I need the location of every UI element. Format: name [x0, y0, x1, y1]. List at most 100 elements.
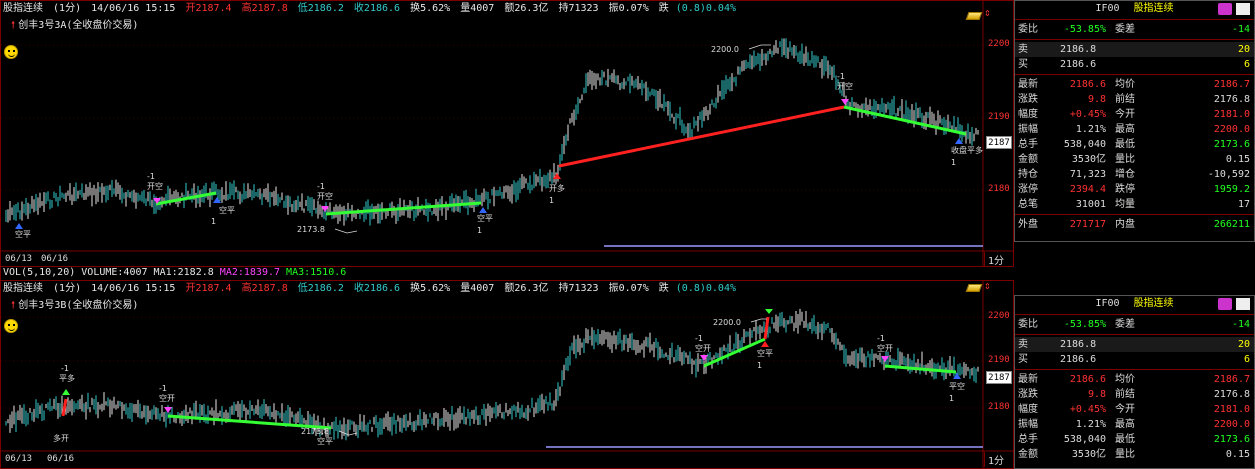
buy-row[interactable]: 买 2186.6 6 — [1015, 57, 1254, 72]
signal-label: -1 — [695, 334, 703, 343]
quote-panel-bottom: IF00 股指连续 委比 -53.85% 委差 -14 卖 2186.8 20 … — [1014, 295, 1255, 469]
stat-label: 均价 — [1115, 79, 1135, 90]
outer-inner-row: 外盘 271717 内盘 266211 — [1018, 219, 1250, 230]
low-annotation: 2173.8 — [297, 225, 325, 234]
smiley-icon[interactable] — [4, 319, 18, 333]
flag-icon[interactable] — [1236, 298, 1250, 310]
stat-value: 0.15 — [1225, 449, 1250, 460]
open-value: 开2187.4 — [185, 3, 232, 14]
gold-bar-icon[interactable] — [965, 12, 983, 20]
chart-pane-3b[interactable]: -1 平多 多开 -1 空开 空平 -1 空开 空平 1 -1 空开 平空 1 2200.0 2173.8 股… — [0, 280, 1014, 469]
change-label: 跌 — [658, 3, 669, 14]
signal-label: -1 — [147, 172, 155, 181]
period-tag[interactable]: 1分 — [984, 452, 1004, 467]
low-annotation: 2173.8 — [301, 427, 329, 436]
quote-stat-row: 振幅 1.21% 最高 2200.0 — [1015, 122, 1254, 137]
flag-icon[interactable] — [1236, 3, 1250, 15]
strategy-name[interactable]: 🠕 创丰3号3A(全收盘价交易) — [11, 16, 138, 35]
position-value: 持71323 — [558, 283, 599, 294]
current-price-tag: 2187 — [986, 136, 1012, 149]
stat-value: 17 — [1237, 199, 1250, 210]
sell-row[interactable]: 卖 2186.8 20 — [1015, 337, 1254, 352]
chart-pane-3a[interactable]: 空平 -1 开空 空平 1 -1 开空 空平 1 开多 1 -1 开空 收盘平多 1 2200.0 2173.8… — [0, 0, 1014, 267]
signal-qty: 1 — [951, 158, 956, 167]
instrument-code: IF00 — [1095, 298, 1120, 309]
axis-scale-icon[interactable]: ⇕ — [984, 6, 991, 19]
stat-value: +0.45% — [1069, 109, 1106, 120]
stat-value: 2173.6 — [1213, 434, 1250, 445]
stat-value: 2200.0 — [1213, 419, 1250, 430]
stat-value: 2176.8 — [1213, 94, 1250, 105]
change-value: (0.8)0.04% — [675, 3, 736, 14]
current-price-tag: 2187 — [986, 371, 1012, 384]
stat-value: 0.15 — [1225, 154, 1250, 165]
annotation-leader — [750, 318, 767, 323]
person-icon[interactable] — [1218, 3, 1232, 15]
vol-value: VOLUME:4007 — [81, 267, 148, 278]
signal-marker — [15, 223, 23, 229]
price-chart-3a[interactable]: 空平-1开空空平1-1开空空平1开多1-1开空收盘平多12200.02173.8 — [1, 1, 1014, 267]
change-value: (0.8)0.04% — [675, 283, 736, 294]
stat-value: 1959.2 — [1213, 184, 1250, 195]
close-value: 收2186.6 — [353, 3, 401, 14]
stat-label: 今开 — [1115, 404, 1135, 415]
quote-stat-row: 持仓 71,323 增仓 -10,592 — [1015, 167, 1254, 182]
date-label-0613: 06/13 — [5, 454, 33, 464]
smiley-icon[interactable] — [4, 45, 18, 59]
signal-qty: 1 — [757, 361, 762, 370]
signal-label: -1 — [877, 334, 885, 343]
signal-label: -1 — [837, 72, 845, 81]
signal-label: 空开 — [159, 393, 175, 403]
vol-ma3: MA3:1510.6 — [286, 267, 347, 278]
signal-label: 空平 — [477, 213, 493, 223]
person-icon[interactable] — [1218, 298, 1232, 310]
amount-value: 额26.3亿 — [504, 283, 549, 294]
signal-qty: 1 — [549, 196, 554, 205]
strategy-name[interactable]: 🠕 创丰3号3B(全收盘价交易) — [11, 296, 138, 315]
quote-stat-row: 金额 3530亿 量比 0.15 — [1015, 447, 1254, 462]
stat-label: 最新 — [1018, 374, 1038, 385]
buy-row[interactable]: 买 2186.6 6 — [1015, 352, 1254, 367]
axis-scale-icon[interactable]: ⇕ — [984, 281, 991, 292]
stat-label: 最低 — [1115, 139, 1135, 150]
quote-stat-row: 涨停 2394.4 跌停 1959.2 — [1015, 182, 1254, 197]
quote-stat-row: 最新 2186.6 均价 2186.7 — [1015, 77, 1254, 92]
volume-value: 量4007 — [460, 283, 495, 294]
signal-label: 开空 — [837, 81, 853, 91]
quote-stat-row: 总笔 31001 均量 17 — [1015, 197, 1254, 212]
stat-value: 2394.4 — [1069, 184, 1106, 195]
weibi-row: 委比 -53.85% 委差 -14 — [1018, 24, 1250, 35]
strategy-label: 创丰3号3A(全收盘价交易) — [18, 20, 139, 31]
stat-value: 1.21% — [1075, 124, 1106, 135]
price-chart-3b[interactable]: -1平多多开-1空开空平-1空开空平1-1空开平空12200.02173.8 — [1, 281, 1014, 469]
stat-value: 2173.6 — [1213, 139, 1250, 150]
signal-label: 空平 — [219, 205, 235, 215]
date-label-0616: 06/16 — [41, 254, 69, 264]
stat-value: 2181.0 — [1213, 109, 1250, 120]
quote-header: IF00 股指连续 — [1015, 1, 1254, 17]
stat-value: 2186.7 — [1213, 374, 1250, 385]
quote-stat-row: 总手 538,040 最低 2173.6 — [1015, 137, 1254, 152]
y-tick-2180: 2180 — [988, 402, 1010, 412]
signal-label: 空平 — [15, 229, 31, 239]
stat-label: 跌停 — [1115, 184, 1135, 195]
signal-marker — [62, 389, 70, 395]
sell-row[interactable]: 卖 2186.8 20 — [1015, 42, 1254, 57]
stat-value: 3530亿 — [1071, 154, 1106, 165]
stat-value: 538,040 — [1063, 434, 1106, 445]
stat-label: 今开 — [1115, 109, 1135, 120]
period-tag[interactable]: 1分 — [984, 252, 1004, 266]
stat-label: 前结 — [1115, 94, 1135, 105]
up-arrow-icon: 🠕 — [11, 20, 16, 31]
y-tick-2200: 2200 — [988, 311, 1010, 321]
datetime: 14/06/16 15:15 — [91, 283, 176, 294]
stat-label: 均价 — [1115, 374, 1135, 385]
turnover-value: 换5.62% — [410, 283, 451, 294]
high-annotation: 2200.0 — [713, 318, 741, 327]
stat-label: 金额 — [1018, 154, 1038, 165]
high-annotation: 2200.0 — [711, 45, 739, 54]
gold-bar-icon[interactable] — [965, 284, 983, 292]
vol-ma1: MA1:2182.8 — [153, 267, 214, 278]
signal-label: -1 — [61, 364, 69, 373]
signal-label: 多开 — [53, 433, 69, 443]
